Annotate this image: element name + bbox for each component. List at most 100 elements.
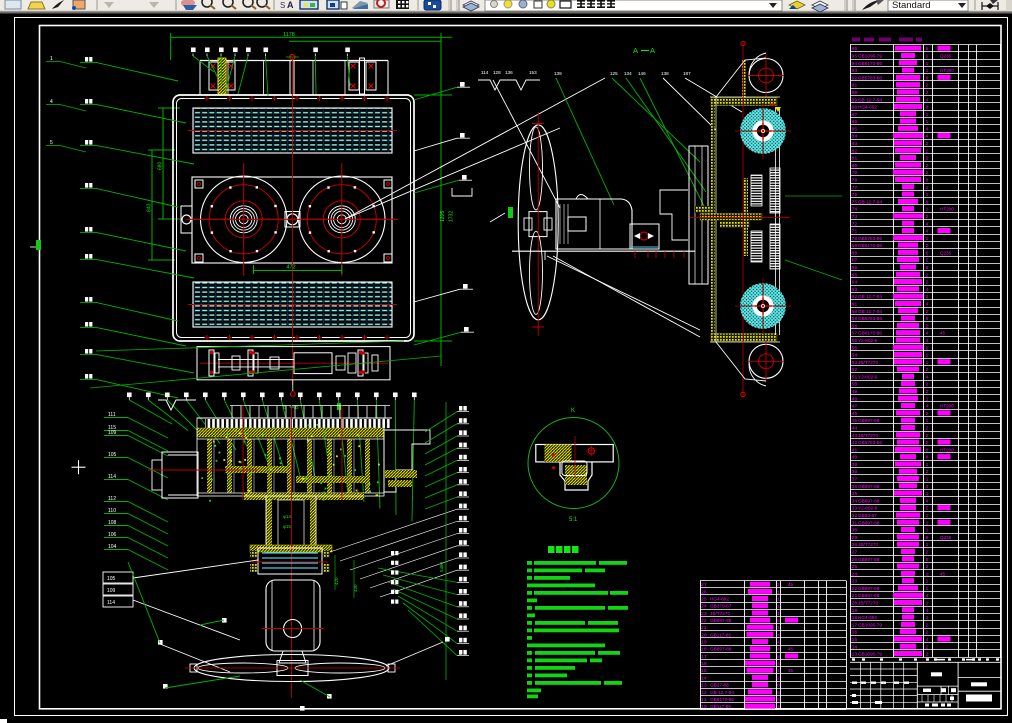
svg-text:92: 92: [852, 75, 858, 81]
svg-text:96: 96: [852, 46, 858, 52]
svg-text:8: 8: [926, 447, 929, 453]
svg-text:88: 88: [852, 105, 858, 111]
svg-text:2: 2: [926, 272, 929, 278]
svg-text:6: 6: [926, 75, 929, 81]
svg-text:2: 2: [926, 549, 929, 555]
svg-text:18: 18: [852, 615, 858, 621]
svg-text:139: 139: [554, 71, 562, 76]
svg-text:GB6170-86: GB6170-86: [858, 243, 882, 248]
svg-text:1178: 1178: [283, 32, 295, 38]
svg-text:14: 14: [701, 675, 707, 681]
svg-text:1: 1: [926, 360, 929, 366]
svg-text:8: 8: [926, 46, 929, 52]
svg-text:57: 57: [852, 331, 858, 337]
svg-text:A: A: [287, 0, 294, 10]
svg-text:6: 6: [777, 690, 780, 696]
svg-text:2: 2: [926, 156, 929, 162]
svg-text:13: 13: [701, 683, 707, 689]
svg-text:89: 89: [852, 97, 858, 103]
svg-text:58: 58: [852, 323, 858, 329]
svg-text:41: 41: [852, 447, 858, 453]
svg-text:1732: 1732: [449, 211, 455, 222]
svg-text:GB897-88: GB897-88: [858, 557, 880, 562]
svg-text:28: 28: [852, 542, 858, 548]
svg-text:1: 1: [777, 597, 780, 603]
svg-text:1: 1: [926, 61, 929, 67]
svg-text:16: 16: [852, 630, 858, 636]
svg-text:13: 13: [852, 652, 858, 658]
svg-text:1: 1: [926, 462, 929, 468]
svg-text:4: 4: [777, 704, 780, 710]
svg-text:80: 80: [852, 163, 858, 169]
svg-text:2: 2: [926, 214, 929, 220]
svg-text:17: 17: [701, 654, 707, 660]
svg-text:1: 1: [777, 589, 780, 595]
svg-text:1: 1: [926, 192, 929, 198]
svg-text:114: 114: [107, 600, 115, 606]
svg-text:1: 1: [926, 579, 929, 585]
svg-text:GB897-88: GB897-88: [858, 498, 880, 503]
svg-text:53: 53: [852, 360, 858, 366]
svg-text:69: 69: [852, 243, 858, 249]
svg-text:1: 1: [926, 294, 929, 300]
svg-text:2: 2: [926, 622, 929, 628]
svg-text:30: 30: [852, 528, 858, 534]
svg-text:2: 2: [926, 309, 929, 315]
svg-text:2: 2: [926, 644, 929, 650]
svg-text:Standard: Standard: [892, 0, 931, 11]
svg-text:8: 8: [926, 105, 929, 111]
svg-text:GB897-88: GB897-88: [858, 520, 880, 525]
svg-text:134: 134: [624, 71, 632, 76]
svg-text:1: 1: [926, 542, 929, 548]
svg-text:1: 1: [926, 53, 929, 59]
svg-text:4: 4: [777, 632, 780, 638]
svg-text:1: 1: [926, 236, 929, 242]
svg-text:19: 19: [852, 608, 858, 614]
svg-text:GB93-87: GB93-87: [858, 513, 877, 518]
svg-text:GB27-88: GB27-88: [710, 683, 729, 688]
svg-text:GB5783-86: GB5783-86: [858, 440, 882, 445]
svg-text:146: 146: [638, 71, 646, 76]
svg-text:55: 55: [852, 345, 858, 351]
svg-text:GB897-88: GB897-88: [858, 418, 880, 423]
svg-text:51: 51: [852, 374, 858, 380]
svg-text:1: 1: [926, 353, 929, 359]
svg-text:2: 2: [926, 163, 929, 169]
svg-text:GB897-88: GB897-88: [710, 618, 732, 623]
svg-text:HT200: HT200: [940, 447, 954, 452]
svg-text:GB117-86: GB117-86: [710, 632, 731, 637]
svg-text:52: 52: [852, 367, 858, 373]
svg-text:37: 37: [852, 477, 858, 483]
svg-text:HT200: HT200: [940, 207, 954, 212]
svg-text:2: 2: [926, 425, 929, 431]
svg-text:153: 153: [529, 70, 537, 75]
svg-text:GB379-87: GB379-87: [710, 604, 732, 609]
svg-text:25: 25: [852, 564, 858, 570]
svg-text:11: 11: [701, 697, 707, 703]
svg-text:Y2-802-6: Y2-802-6: [858, 338, 878, 343]
svg-text:GB897-88: GB897-88: [710, 647, 732, 652]
svg-text:1: 1: [926, 520, 929, 526]
svg-text:1: 1: [777, 611, 780, 617]
svg-text:2: 2: [777, 675, 780, 681]
svg-text:K: K: [571, 408, 575, 414]
svg-text:74: 74: [852, 207, 858, 213]
svg-text:GB5783-86: GB5783-86: [858, 316, 882, 321]
svg-text:4: 4: [926, 97, 929, 103]
svg-text:71: 71: [852, 229, 858, 235]
svg-text:84: 84: [852, 134, 858, 140]
svg-text:S: S: [280, 1, 285, 10]
svg-text:45: 45: [788, 668, 794, 673]
svg-text:1205: 1205: [440, 211, 446, 222]
svg-text:6: 6: [777, 618, 780, 624]
svg-text:GB6170-86: GB6170-86: [858, 61, 882, 66]
svg-text:8: 8: [926, 455, 929, 461]
svg-text:67: 67: [852, 258, 858, 264]
svg-text:1: 1: [777, 625, 780, 631]
svg-text:φ15: φ15: [283, 524, 291, 529]
svg-text:1: 1: [926, 148, 929, 154]
svg-text:6: 6: [926, 557, 929, 563]
svg-text:22: 22: [852, 586, 858, 592]
svg-text:2: 2: [926, 280, 929, 286]
svg-text:2: 2: [926, 367, 929, 373]
